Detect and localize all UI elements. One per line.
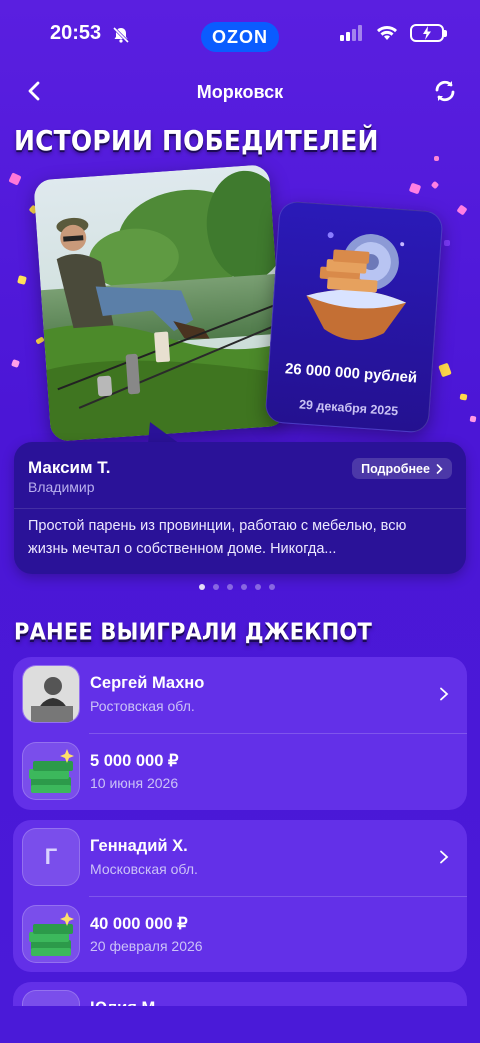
stories-section-title: ИСТОРИИ ПОБЕДИТЕЛЕЙ xyxy=(14,124,379,157)
avatar-initial: Г xyxy=(22,828,80,886)
story-pointer xyxy=(148,422,180,444)
money-stack-icon xyxy=(22,742,80,800)
prize-date: 29 декабря 2025 xyxy=(298,397,399,419)
story-text: Простой парень из провинции, работаю с м… xyxy=(28,518,407,557)
prize-row: 40 000 000 ₽ 20 февраля 2026 xyxy=(13,897,467,973)
winner-photo[interactable] xyxy=(33,164,287,442)
winner-row[interactable]: Сергей Махно Ростовская обл. xyxy=(13,657,467,734)
winner-name: Геннадий Х. xyxy=(90,837,188,855)
divider xyxy=(14,508,466,509)
chevron-right-icon xyxy=(436,463,443,474)
prize-amount: 40 000 000 ₽ xyxy=(90,915,188,933)
money-stack-icon xyxy=(22,905,80,963)
page-title: Морковск xyxy=(196,82,284,102)
avatar xyxy=(22,665,80,723)
winner-row[interactable]: Г Геннадий Х. Московская обл. xyxy=(13,820,467,897)
pager-dot[interactable] xyxy=(255,584,261,590)
wifi-icon xyxy=(377,26,397,40)
winner-name: Сергей Махно xyxy=(90,674,205,692)
pager-dot[interactable] xyxy=(213,584,219,590)
pager-dot[interactable] xyxy=(199,584,205,590)
bell-muted-icon xyxy=(112,26,130,44)
ozon-logo: OZON xyxy=(201,22,279,52)
story-winner-city: Владимир xyxy=(28,479,95,495)
battery-charging-icon xyxy=(410,24,447,42)
pager-dot[interactable] xyxy=(269,584,275,590)
more-button-label: Подробнее xyxy=(361,461,430,476)
bottom-fade xyxy=(0,1006,480,1043)
prize-amount: 26 000 000 рублей xyxy=(284,360,418,387)
money-safe-icon xyxy=(306,232,407,341)
jackpots-section-title: РАНЕЕ ВЫИГРАЛИ ДЖЕКПОТ xyxy=(14,618,372,646)
prize-date: 20 февраля 2026 xyxy=(90,938,203,954)
jackpot-winner-card: Г Геннадий Х. Московская обл. 40 000 000… xyxy=(13,820,467,972)
signal-icon xyxy=(340,25,362,41)
winner-region: Московская обл. xyxy=(90,861,198,877)
pager-dot[interactable] xyxy=(227,584,233,590)
prize-date: 10 июня 2026 xyxy=(90,775,179,791)
prize-card[interactable]: 26 000 000 рублей 29 декабря 2025 xyxy=(264,200,444,434)
story-pager xyxy=(199,584,275,590)
status-time: 20:53 xyxy=(50,22,102,44)
story-winner-name: Максим Т. xyxy=(28,458,111,477)
pager-dot[interactable] xyxy=(241,584,247,590)
refresh-icon[interactable] xyxy=(432,78,458,104)
chevron-right-icon xyxy=(440,687,449,701)
story-card[interactable]: Максим Т. Владимир Подробнее Простой пар… xyxy=(14,442,466,574)
prize-row: 5 000 000 ₽ 10 июня 2026 xyxy=(13,734,467,810)
winner-region: Ростовская обл. xyxy=(90,698,195,714)
chevron-right-icon xyxy=(440,850,449,864)
jackpot-winner-card: Сергей Махно Ростовская обл. 5 000 000 ₽… xyxy=(13,657,467,810)
prize-amount: 5 000 000 ₽ xyxy=(90,752,179,770)
more-button[interactable]: Подробнее xyxy=(352,458,452,479)
